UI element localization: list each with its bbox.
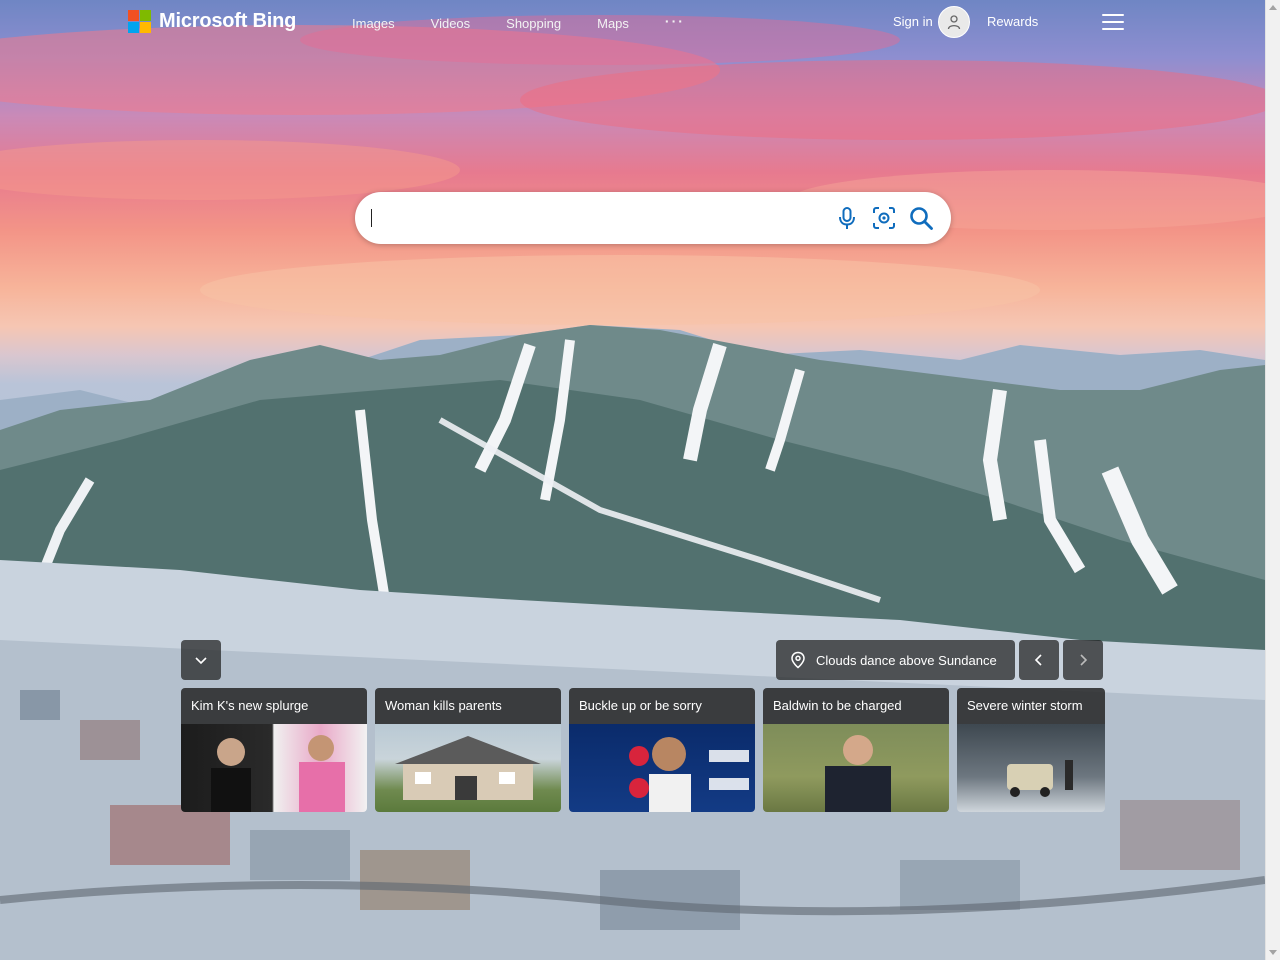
news-carousel: Kim K's new splurge Woman kills parents …: [181, 688, 1105, 812]
search-box: [355, 192, 951, 244]
user-icon: [947, 15, 961, 30]
news-card-title: Buckle up or be sorry: [569, 688, 755, 724]
nav-more-button[interactable]: ···: [665, 13, 685, 31]
image-info-button[interactable]: Clouds dance above Sundance: [776, 640, 1015, 680]
chevron-left-icon: [1034, 654, 1042, 666]
news-card-title: Woman kills parents: [375, 688, 561, 724]
image-caption: Clouds dance above Sundance: [816, 652, 997, 668]
rewards-link[interactable]: Rewards: [987, 14, 1038, 29]
expand-feed-button[interactable]: [181, 640, 221, 680]
news-card-title: Severe winter storm: [957, 688, 1105, 724]
news-card[interactable]: Kim K's new splurge: [181, 688, 367, 812]
top-nav: Images Videos Shopping Maps ···: [352, 13, 721, 31]
chevron-down-icon: [195, 657, 207, 665]
microphone-icon[interactable]: [834, 205, 860, 231]
news-card[interactable]: Buckle up or be sorry: [569, 688, 755, 812]
background-image: [0, 0, 1265, 960]
avatar-icon[interactable]: [938, 6, 970, 38]
location-pin-icon: [791, 651, 805, 669]
search-input[interactable]: [373, 206, 823, 230]
visual-search-icon[interactable]: [871, 205, 897, 231]
scroll-down-icon[interactable]: [1269, 950, 1277, 955]
previous-image-button[interactable]: [1019, 640, 1059, 680]
sign-in-link[interactable]: Sign in: [893, 14, 933, 29]
scrollbar[interactable]: [1265, 0, 1280, 960]
news-card[interactable]: Baldwin to be charged: [763, 688, 949, 812]
news-card-image: [957, 724, 1105, 812]
news-card[interactable]: Severe winter storm: [957, 688, 1105, 812]
next-image-button[interactable]: [1063, 640, 1103, 680]
chevron-right-icon: [1080, 654, 1088, 666]
nav-shopping[interactable]: Shopping: [506, 16, 561, 31]
nav-maps[interactable]: Maps: [597, 16, 629, 31]
news-card-image: [375, 724, 561, 812]
news-card-image: [181, 724, 367, 812]
news-card[interactable]: Woman kills parents: [375, 688, 561, 812]
news-card-image: [569, 724, 755, 812]
news-card-image: [763, 724, 949, 812]
news-card-title: Baldwin to be charged: [763, 688, 949, 724]
text-caret: [371, 209, 372, 227]
bing-logo[interactable]: Microsoft Bing: [128, 10, 296, 33]
search-icon[interactable]: [908, 205, 934, 231]
nav-images[interactable]: Images: [352, 16, 395, 31]
brand-name: Microsoft Bing: [159, 10, 297, 32]
scroll-up-icon[interactable]: [1269, 5, 1277, 10]
nav-videos[interactable]: Videos: [431, 16, 471, 31]
microsoft-logo-icon: [128, 10, 151, 33]
mountain-scene: [0, 15, 1265, 960]
hamburger-menu-icon[interactable]: [1102, 14, 1124, 32]
header: Microsoft Bing Images Videos Shopping Ma…: [0, 0, 1265, 46]
news-card-title: Kim K's new splurge: [181, 688, 367, 724]
